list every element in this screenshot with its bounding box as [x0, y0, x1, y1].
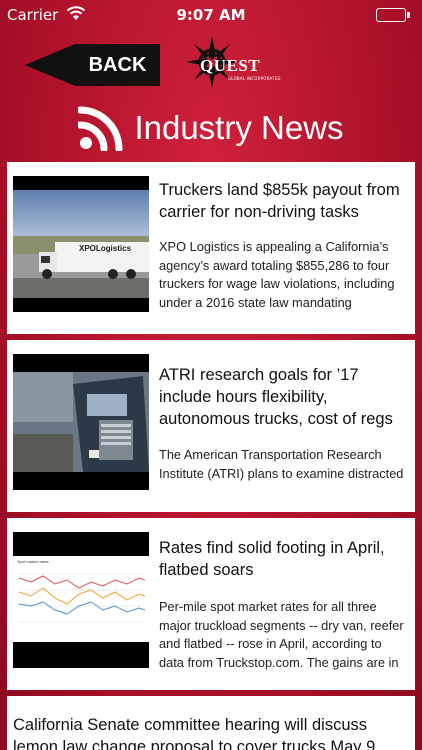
- page-title: Industry News: [0, 98, 422, 158]
- status-bar: Carrier 9:07 AM: [0, 0, 422, 30]
- article-summary: Per-mile spot market rates for all three…: [159, 599, 404, 670]
- article-card[interactable]: ATRI research goals for ’17 include hour…: [7, 340, 415, 512]
- back-button-label: BACK: [88, 54, 147, 76]
- thumbnail-caption: Spot market rates: [17, 559, 49, 564]
- article-headline: ATRI research goals for ’17 include hour…: [159, 366, 393, 428]
- article-headline: Rates find solid footing in April, flatb…: [159, 539, 385, 579]
- article-thumbnail: XPOLogistics: [13, 176, 149, 312]
- page-title-text: Industry News: [134, 109, 344, 146]
- article-thumbnail: [13, 354, 149, 490]
- clock: 9:07 AM: [176, 6, 246, 24]
- article-summary: The American Transportation Research Ins…: [159, 447, 404, 481]
- quest-logo: QUEST GLOBAL INCORPORATED: [184, 34, 284, 98]
- battery-icon: [376, 8, 406, 22]
- logo-text: QUEST: [200, 56, 261, 75]
- rss-icon: [76, 105, 124, 153]
- article-card[interactable]: XPOLogistics Truckers land $855k payout …: [7, 162, 415, 334]
- article-summary: XPO Logistics is appealing a California’…: [159, 239, 395, 310]
- header: BACK QUEST GLOBAL INCORPORATED Industry …: [0, 30, 422, 160]
- article-card[interactable]: Spot market rates Rates find solid footi…: [7, 518, 415, 690]
- thumbnail-caption: XPOLogistics: [79, 244, 132, 253]
- article-headline: California Senate committee hearing will…: [13, 716, 376, 750]
- battery-cap: [407, 12, 410, 18]
- logo-subtext: GLOBAL INCORPORATED: [228, 76, 281, 81]
- article-thumbnail: Spot market rates: [13, 532, 149, 668]
- article-card[interactable]: California Senate committee hearing will…: [7, 696, 415, 750]
- article-headline: Truckers land $855k payout from carrier …: [159, 181, 400, 221]
- back-button[interactable]: BACK: [25, 44, 160, 86]
